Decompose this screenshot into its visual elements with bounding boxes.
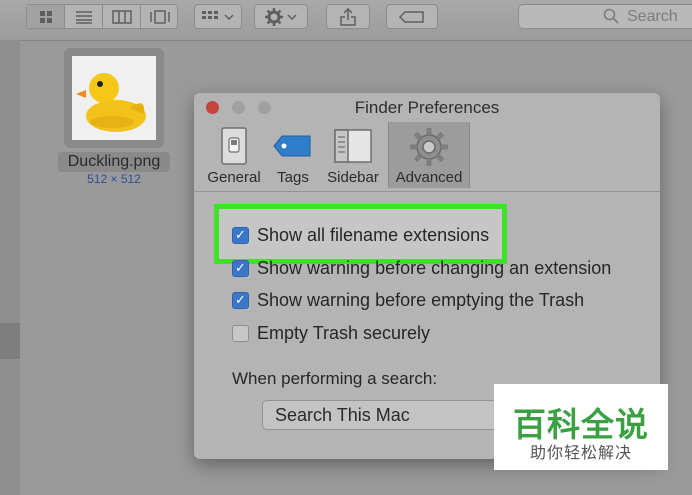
arrange-button[interactable]	[194, 4, 242, 29]
search-icon	[603, 8, 619, 24]
action-button[interactable]	[254, 4, 308, 29]
finder-toolbar: Search	[0, 0, 692, 41]
search-field[interactable]: Search	[518, 4, 692, 29]
checkbox-empty-trash-securely[interactable]	[232, 324, 249, 342]
chevron-down-icon	[287, 13, 297, 20]
general-switch-icon	[221, 127, 247, 165]
tag-outline-icon	[399, 10, 424, 23]
checkbox-warn-empty-trash[interactable]: ✓	[232, 291, 249, 309]
option-show-extensions[interactable]: ✓ Show all filename extensions	[232, 223, 489, 247]
option-show-extensions-label: Show all filename extensions	[257, 224, 490, 245]
tab-tags-label: Tags	[277, 169, 309, 186]
icon-view-button[interactable]	[27, 5, 65, 28]
checkbox-show-extensions[interactable]: ✓	[232, 226, 249, 244]
share-icon	[340, 7, 356, 26]
coverflow-view-button[interactable]	[141, 5, 179, 28]
icon-view-icon	[39, 10, 52, 23]
tab-sidebar[interactable]: Sidebar	[322, 122, 384, 188]
sidebar-selected-item[interactable]	[0, 323, 20, 359]
search-scope-label: When performing a search:	[232, 369, 438, 388]
gear-icon	[265, 7, 283, 26]
file-dimensions: 512 × 512	[87, 172, 141, 186]
arrange-grid-icon	[202, 10, 218, 19]
file-name[interactable]: Duckling.png	[58, 152, 170, 172]
tab-advanced-label: Advanced	[395, 169, 463, 186]
column-view-icon	[111, 9, 132, 24]
file-thumbnail	[72, 56, 156, 140]
tab-general-label: General	[207, 169, 261, 186]
search-placeholder: Search	[627, 7, 678, 25]
tab-general[interactable]: General	[202, 122, 266, 188]
option-empty-trash-securely-label: Empty Trash securely	[257, 322, 431, 343]
column-view-button[interactable]	[103, 5, 141, 28]
option-warn-change-extension[interactable]: ✓ Show warning before changing an extens…	[232, 256, 611, 280]
option-warn-change-extension-label: Show warning before changing an extensio…	[257, 257, 612, 278]
chevron-down-icon	[224, 13, 234, 20]
tab-sidebar-label: Sidebar	[327, 169, 379, 186]
search-scope-select[interactable]: Search This Mac	[262, 400, 522, 430]
sidebar-icon	[334, 129, 372, 163]
share-button[interactable]	[326, 4, 370, 29]
tag-icon	[273, 135, 311, 157]
checkbox-warn-change-extension[interactable]: ✓	[232, 259, 249, 277]
option-empty-trash-securely[interactable]: Empty Trash securely	[232, 321, 430, 345]
preferences-tab-bar: General Tags Sidebar Advanced	[194, 119, 660, 192]
option-warn-empty-trash-label: Show warning before emptying the Trash	[257, 289, 585, 310]
tab-advanced[interactable]: Advanced	[388, 122, 470, 188]
gear-icon	[410, 128, 448, 166]
rubber-duck-image	[76, 73, 146, 132]
list-view-icon	[75, 10, 92, 24]
watermark-subtitle: 助你轻松解决	[529, 445, 632, 462]
watermark: 百科全说 助你轻松解决	[494, 384, 668, 470]
edit-tags-button[interactable]	[386, 4, 438, 29]
view-mode-segmented-control[interactable]	[26, 4, 178, 29]
list-view-button[interactable]	[65, 5, 103, 28]
coverflow-view-icon	[150, 9, 170, 24]
tab-tags[interactable]: Tags	[268, 122, 318, 188]
option-warn-empty-trash[interactable]: ✓ Show warning before emptying the Trash	[232, 288, 584, 312]
finder-sidebar[interactable]	[0, 40, 20, 495]
